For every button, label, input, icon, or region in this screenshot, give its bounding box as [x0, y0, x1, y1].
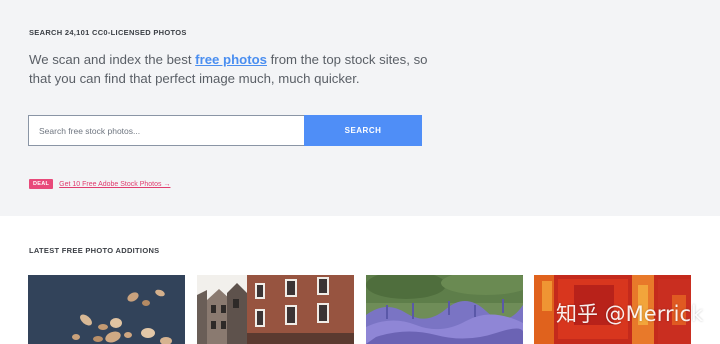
wood-shavings-image: [28, 275, 185, 344]
hero-lead: We scan and index the best free photos f…: [29, 51, 439, 88]
watermark: 知乎 @Merrick: [556, 302, 704, 326]
search-input[interactable]: [28, 115, 304, 146]
lead-text-before: We scan and index the best: [29, 52, 196, 67]
hero-eyebrow: SEARCH 24,101 CC0-LICENSED PHOTOS: [29, 28, 187, 37]
deal-badge: DEAL: [29, 179, 54, 189]
search-button[interactable]: SEARCH: [304, 115, 422, 146]
photo-thumbnail-lavender[interactable]: [366, 275, 523, 344]
photo-thumbnail-townhouses[interactable]: [197, 275, 354, 344]
hero-section: SEARCH 24,101 CC0-LICENSED PHOTOS We sca…: [0, 0, 720, 216]
townhouses-image: [197, 275, 354, 344]
lavender-image: [366, 275, 523, 344]
latest-photos-title: LATEST FREE PHOTO ADDITIONS: [29, 246, 160, 255]
free-photos-link[interactable]: free photos: [195, 52, 267, 67]
search-form: SEARCH: [28, 115, 422, 146]
deal-promo: DEAL Get 10 Free Adobe Stock Photos →: [29, 179, 170, 189]
adobe-stock-deal-link[interactable]: Get 10 Free Adobe Stock Photos →: [59, 181, 170, 188]
photo-thumbnail-wood-shavings[interactable]: [28, 275, 185, 344]
